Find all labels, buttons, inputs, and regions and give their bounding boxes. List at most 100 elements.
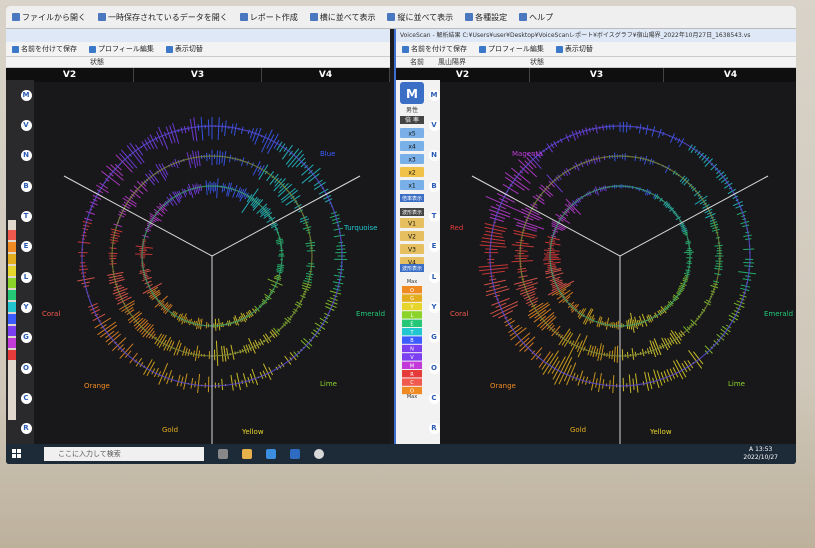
letter-g[interactable]: G	[20, 332, 32, 344]
view-toggle-button[interactable]: 表示切替	[160, 44, 209, 54]
spectrum-bar	[611, 350, 614, 360]
view-icon	[555, 45, 563, 53]
spectrum-bar	[743, 262, 755, 264]
file-explorer-icon[interactable]	[242, 449, 252, 459]
menu-help[interactable]: ヘルプ	[513, 12, 559, 23]
spectrum-bar	[331, 217, 340, 221]
letter-y[interactable]: Y	[428, 301, 440, 313]
spectrum-bar	[526, 157, 537, 169]
letter-r[interactable]: R	[20, 423, 32, 435]
letter-t[interactable]: T	[428, 210, 440, 222]
letter-m[interactable]: M	[428, 89, 440, 101]
spectrum-bar	[249, 373, 254, 384]
menu-report[interactable]: レポート作成	[234, 12, 304, 23]
magnification-label: x1	[408, 183, 416, 190]
voicescan-app-icon[interactable]	[314, 449, 324, 459]
spectrum-bar	[641, 313, 648, 327]
app-menubar: ファイルから開く 一時保存されているデータを開く レポート作成 横に並べて表示 …	[6, 6, 796, 29]
spectrum-bar	[221, 183, 224, 193]
spectrum-bar	[744, 265, 754, 267]
spectrum-bar	[197, 150, 201, 167]
spectrum-bar	[602, 379, 605, 389]
spectrum-bar	[613, 346, 616, 363]
letter-e[interactable]: E	[20, 241, 32, 253]
letter-o[interactable]: O	[428, 362, 440, 374]
edit-profile-button[interactable]: プロフィール編集	[473, 44, 550, 54]
spectrum-bar	[217, 117, 220, 140]
ime-indicator[interactable]: A	[749, 446, 753, 453]
edge-browser-icon[interactable]	[266, 449, 276, 459]
menu-open-temp[interactable]: 一時保存されているデータを開く	[92, 12, 234, 23]
letter-r[interactable]: R	[428, 423, 440, 435]
spectrum-bar	[183, 125, 187, 134]
letter-n[interactable]: N	[428, 150, 440, 162]
mail-icon[interactable]	[290, 449, 300, 459]
magnification-reset-button[interactable]: 倍率表示	[402, 195, 422, 202]
spectrum-bar	[183, 373, 188, 390]
spectrum-bar	[647, 372, 653, 390]
spectrum-bar	[633, 319, 636, 328]
spectrum-bar	[736, 210, 747, 216]
spectrum-bar	[740, 220, 750, 225]
letter-n[interactable]: N	[20, 150, 32, 162]
spectrum-bar	[214, 318, 217, 331]
spectrum-bar	[590, 346, 594, 356]
spectrum-bar	[221, 152, 224, 164]
spectrum-bar	[663, 370, 669, 382]
letter-b[interactable]: B	[20, 180, 32, 192]
spectrum-bar	[485, 285, 508, 293]
letter-l[interactable]: L	[20, 271, 32, 283]
menu-open-file[interactable]: ファイルから開く	[6, 12, 92, 23]
letter-e[interactable]: E	[428, 241, 440, 253]
spectrum-bar	[110, 228, 123, 233]
spectrum-bar	[612, 375, 615, 394]
taskbar-search-input[interactable]: ここに入力して検索	[44, 447, 204, 461]
edit-profile-button[interactable]: プロフィール編集	[83, 44, 160, 54]
legend-letter: B	[410, 338, 414, 344]
spectrum-bar	[332, 220, 342, 225]
spectrum-bar	[626, 121, 628, 133]
spectrum-bar	[478, 264, 509, 268]
spectrum-bar	[221, 122, 223, 133]
status-header: 状態	[530, 58, 544, 66]
spectrum-bar	[189, 154, 193, 164]
task-view-icon[interactable]	[218, 449, 228, 459]
spectrum-bar	[595, 378, 598, 388]
spectrum-bar	[228, 154, 232, 163]
letter-l[interactable]: L	[428, 271, 440, 283]
wave-reset-button[interactable]: 波形表示	[402, 265, 422, 272]
spectrum-bar	[739, 287, 750, 292]
spectrum-bar	[641, 348, 645, 357]
spectrum-bar	[302, 226, 312, 230]
letter-y[interactable]: Y	[20, 301, 32, 313]
letter-c[interactable]: C	[428, 392, 440, 404]
spectrum-bar	[329, 290, 342, 295]
letter-m[interactable]: M	[20, 89, 32, 101]
spectrum-bar	[117, 344, 124, 351]
windows-start-icon[interactable]	[12, 449, 22, 459]
letter-g[interactable]: G	[428, 332, 440, 344]
letter-t[interactable]: T	[20, 210, 32, 222]
menu-tile-vertical[interactable]: 縦に並べて表示	[381, 12, 459, 23]
spectrum-bar	[78, 268, 89, 271]
right-toolbar: 名前を付けて保存 プロフィール編集 表示切替	[396, 42, 796, 57]
letter-o[interactable]: O	[20, 362, 32, 374]
menu-tile-horizontal[interactable]: 横に並べて表示	[304, 12, 382, 23]
tile-horizontal-icon	[309, 13, 318, 21]
spectrum-bar	[115, 154, 133, 173]
system-clock[interactable]: A 13:53 2022/10/27	[743, 446, 778, 462]
letter-v[interactable]: V	[20, 119, 32, 131]
spectrum-bar	[543, 261, 561, 265]
magnification-label: x3	[408, 157, 416, 164]
save-as-button[interactable]: 名前を付けて保存	[6, 44, 83, 54]
menu-settings[interactable]: 各種設定	[459, 12, 513, 23]
spectrum-bar	[519, 337, 530, 347]
letter-b[interactable]: B	[428, 180, 440, 192]
letter-v[interactable]: V	[428, 119, 440, 131]
folder-icon	[98, 13, 106, 21]
tile-vertical-icon	[387, 13, 396, 21]
view-toggle-button[interactable]: 表示切替	[550, 44, 599, 54]
spectrum-bar	[333, 274, 345, 278]
save-as-button[interactable]: 名前を付けて保存	[396, 44, 473, 54]
letter-c[interactable]: C	[20, 392, 32, 404]
